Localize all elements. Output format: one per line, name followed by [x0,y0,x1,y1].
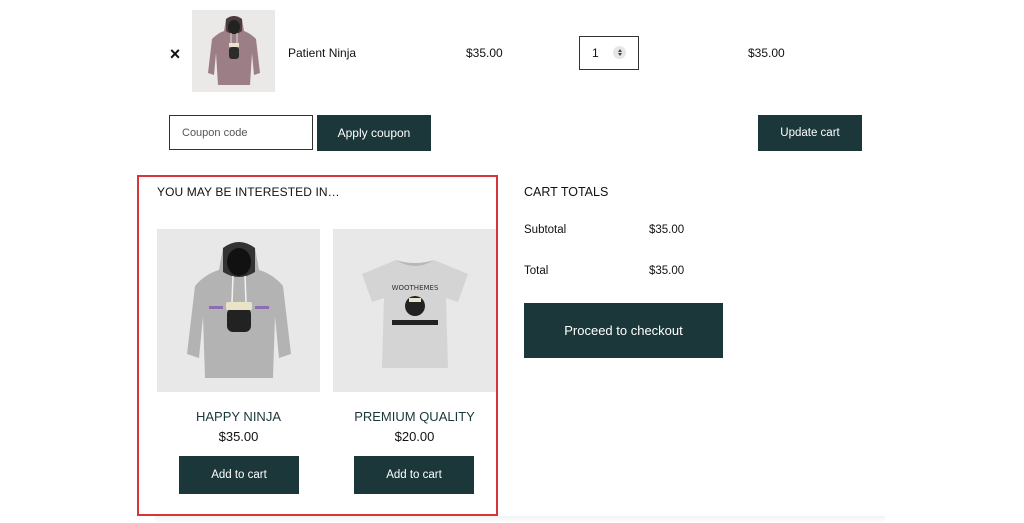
product-price-premium-quality: $20.00 [394,429,435,444]
svg-text:WOOTHEMES: WOOTHEMES [391,284,438,292]
product-image-premium-quality[interactable]: WOOTHEMES [333,229,496,392]
apply-coupon-button[interactable]: Apply coupon [317,115,431,151]
hoodie-icon [186,241,291,378]
add-to-cart-button-premium-quality[interactable]: Add to cart [354,456,474,494]
subtotal-value: $35.00 [649,224,685,236]
subtotal-label: Subtotal [524,224,567,236]
stepper-arrows-icon[interactable] [613,46,626,59]
cross-sells-title: YOU MAY BE INTERESTED IN… [157,185,340,199]
coupon-code-input[interactable]: Coupon code [169,115,313,150]
hoodie-icon [207,16,260,85]
quantity-stepper[interactable]: 1 [579,36,639,70]
product-price-happy-ninja: $35.00 [218,429,259,444]
total-value: $35.00 [649,265,685,277]
update-cart-button[interactable]: Update cart [758,115,862,151]
cart-totals-title: CART TOTALS [524,185,609,199]
item-subtotal: $35.00 [748,46,785,60]
tshirt-icon: WOOTHEMES [361,259,468,368]
product-thumbnail[interactable] [192,10,275,92]
product-name-premium-quality[interactable]: PREMIUM QUALITY [333,409,496,424]
product-price: $35.00 [466,46,503,60]
footer-divider [155,516,885,523]
proceed-to-checkout-button[interactable]: Proceed to checkout [524,303,723,358]
total-label: Total [524,265,549,277]
product-name-link[interactable]: Patient Ninja [288,46,356,60]
quantity-value: 1 [592,46,599,60]
product-image-happy-ninja[interactable] [157,229,320,392]
product-name-happy-ninja[interactable]: HAPPY NINJA [157,409,320,424]
add-to-cart-button-happy-ninja[interactable]: Add to cart [179,456,299,494]
remove-item-icon[interactable]: × [168,44,182,64]
